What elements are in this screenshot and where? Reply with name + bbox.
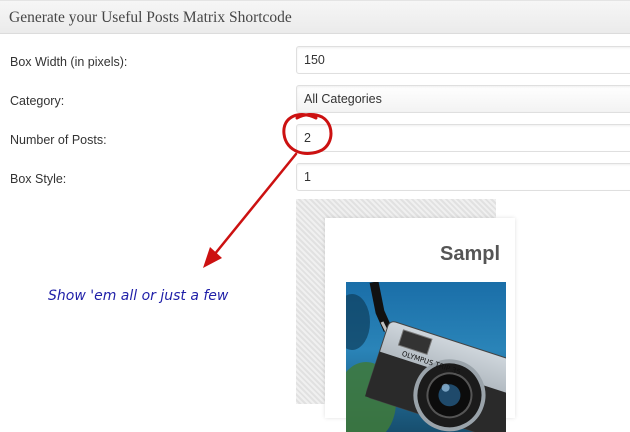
highlight-circle <box>282 113 333 155</box>
annotation-overlay <box>203 113 333 268</box>
pointer-arrow <box>212 152 298 257</box>
